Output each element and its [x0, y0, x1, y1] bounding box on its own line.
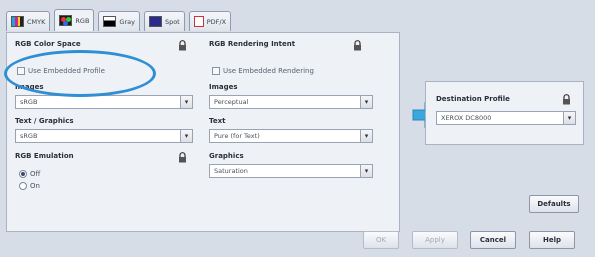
- chevron-down-icon[interactable]: ▾: [360, 165, 372, 177]
- text-intent-dropdown[interactable]: Pure (for Text) ▾: [209, 129, 373, 143]
- tab-cmyk-label: CMYK: [27, 17, 46, 26]
- tab-gray-label: Gray: [119, 17, 135, 26]
- graphics-intent-label: Graphics: [209, 152, 244, 160]
- pdfx-doc-icon: [193, 16, 204, 27]
- chevron-down-icon[interactable]: ▾: [360, 96, 372, 108]
- lock-icon[interactable]: [178, 40, 187, 51]
- destination-profile-dropdown[interactable]: XEROX DC8000 ▾: [436, 111, 576, 125]
- destination-profile-panel: Destination Profile XEROX DC8000 ▾: [425, 81, 584, 145]
- ok-button[interactable]: OK: [363, 231, 399, 249]
- tab-pdfx[interactable]: PDF/X: [188, 11, 232, 31]
- emulation-on-label: On: [30, 182, 40, 190]
- rgb-color-space-heading: RGB Color Space: [15, 40, 81, 48]
- checkbox-box[interactable]: [212, 67, 220, 75]
- cancel-button[interactable]: Cancel: [470, 231, 516, 249]
- help-button[interactable]: Help: [529, 231, 575, 249]
- chevron-down-icon[interactable]: ▾: [180, 96, 192, 108]
- highlight-ellipse: [4, 50, 156, 97]
- text-graphics-profile-value: sRGB: [20, 132, 38, 140]
- tab-pdfx-label: PDF/X: [206, 17, 227, 26]
- radio-dot[interactable]: [19, 182, 27, 190]
- text-intent-value: Pure (for Text): [214, 132, 260, 140]
- use-embedded-rendering-label: Use Embedded Rendering: [223, 67, 314, 75]
- chevron-down-icon[interactable]: ▾: [360, 130, 372, 142]
- rgb-swatch-icon: [59, 15, 73, 26]
- graphics-intent-dropdown[interactable]: Saturation ▾: [209, 164, 373, 178]
- tab-spot[interactable]: Spot: [143, 11, 185, 31]
- lock-icon[interactable]: [353, 40, 362, 51]
- images-intent-label: Images: [209, 83, 238, 91]
- lock-icon[interactable]: [178, 152, 187, 163]
- apply-button[interactable]: Apply: [412, 231, 458, 249]
- spot-swatch-icon: [148, 16, 162, 27]
- radio-dot[interactable]: [19, 170, 27, 178]
- gray-swatch-icon: [103, 16, 117, 27]
- emulation-on-radio[interactable]: On: [19, 182, 40, 190]
- chevron-down-icon[interactable]: ▾: [180, 130, 192, 142]
- destination-profile-value: XEROX DC8000: [441, 114, 492, 122]
- lock-icon[interactable]: [562, 94, 571, 105]
- text-intent-label: Text: [209, 117, 226, 125]
- images-intent-dropdown[interactable]: Perceptual ▾: [209, 95, 373, 109]
- use-embedded-rendering-checkbox[interactable]: Use Embedded Rendering: [212, 67, 314, 75]
- images-intent-value: Perceptual: [214, 98, 249, 106]
- emulation-off-label: Off: [30, 170, 41, 178]
- defaults-button[interactable]: Defaults: [529, 195, 579, 213]
- color-tab-bar: CMYK RGB Gray Spot PDF/X: [6, 9, 232, 33]
- tab-spot-label: Spot: [164, 17, 180, 26]
- images-profile-value: sRGB: [20, 98, 38, 106]
- text-graphics-profile-dropdown[interactable]: sRGB ▾: [15, 129, 193, 143]
- destination-profile-heading: Destination Profile: [436, 95, 510, 103]
- tab-rgb-label: RGB: [75, 16, 90, 25]
- emulation-off-radio[interactable]: Off: [19, 170, 40, 178]
- text-graphics-label: Text / Graphics: [15, 117, 74, 125]
- images-profile-dropdown[interactable]: sRGB ▾: [15, 95, 193, 109]
- cmyk-swatch-icon: [11, 16, 24, 27]
- rgb-rendering-intent-heading: RGB Rendering Intent: [209, 40, 296, 48]
- tab-gray[interactable]: Gray: [98, 11, 140, 31]
- chevron-down-icon[interactable]: ▾: [563, 112, 575, 124]
- tab-cmyk[interactable]: CMYK: [6, 11, 51, 31]
- tab-rgb[interactable]: RGB: [54, 9, 95, 31]
- graphics-intent-value: Saturation: [214, 167, 248, 175]
- rgb-emulation-heading: RGB Emulation: [15, 152, 74, 160]
